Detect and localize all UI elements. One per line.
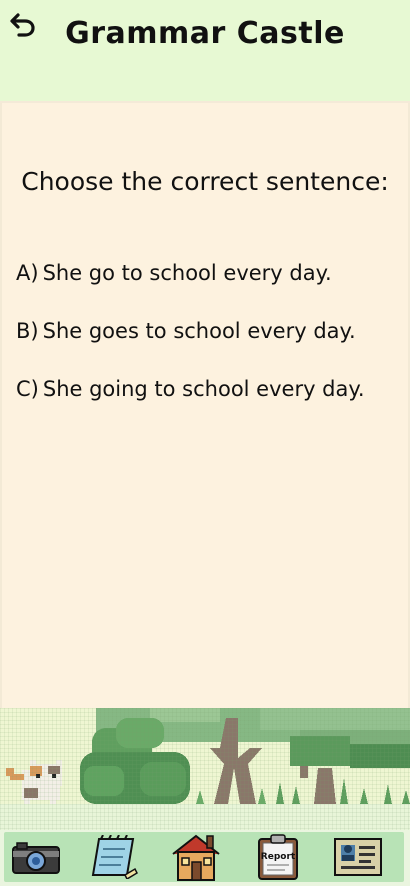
- option-b[interactable]: B) She goes to school every day.: [16, 316, 404, 374]
- bottom-nav: Report: [0, 830, 410, 886]
- page-title: Grammar Castle: [65, 16, 345, 51]
- house-icon: [172, 834, 220, 881]
- profile-card-icon: [334, 838, 382, 876]
- nav-camera-button[interactable]: [8, 832, 64, 882]
- option-text: She going to school every day.: [42, 377, 365, 401]
- answer-options: A) She go to school every day. B) She goes…: [16, 258, 404, 432]
- option-text: She goes to school every day.: [42, 319, 356, 343]
- camera-icon: [12, 842, 60, 874]
- nav-notebook-button[interactable]: [86, 832, 142, 882]
- forest-illustration: [0, 708, 410, 830]
- report-label: Report: [261, 852, 296, 862]
- option-text: She go to school every day.: [42, 261, 332, 285]
- report-clipboard-icon: Report: [258, 834, 298, 880]
- nav-home-button[interactable]: [168, 832, 224, 882]
- option-letter: B): [16, 319, 39, 343]
- nav-profile-button[interactable]: [330, 832, 386, 882]
- option-letter: A): [16, 261, 39, 285]
- pixel-scenery: [0, 708, 410, 830]
- option-c[interactable]: C) She going to school every day.: [16, 374, 404, 432]
- nav-report-button[interactable]: Report: [250, 832, 306, 882]
- header-bar: Grammar Castle: [0, 0, 410, 103]
- option-a[interactable]: A) She go to school every day.: [16, 258, 404, 316]
- app-root: Grammar Castle Choose the correct senten…: [0, 0, 410, 886]
- question-text: Choose the correct sentence:: [21, 167, 389, 196]
- question-panel: Choose the correct sentence: A) She go to…: [0, 103, 410, 708]
- notebook-icon: [91, 835, 138, 879]
- cat-sprite: [6, 760, 62, 804]
- option-letter: C): [16, 377, 39, 401]
